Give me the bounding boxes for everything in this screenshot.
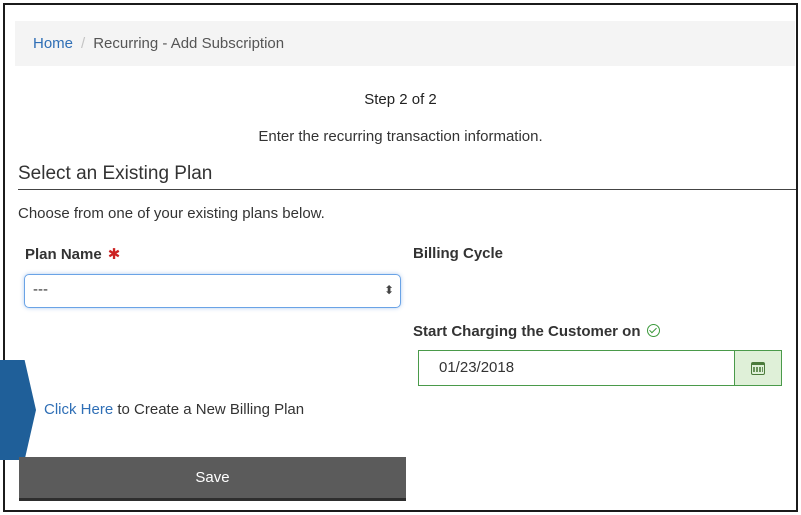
page-frame <box>3 3 798 512</box>
required-asterisk-icon: ✱ <box>107 246 121 263</box>
step-title: Step 2 of 2 <box>364 91 437 108</box>
calendar-button[interactable] <box>734 351 781 385</box>
start-date-input[interactable]: 01/23/2018 <box>419 351 734 385</box>
plan-name-label-text: Plan Name <box>25 246 102 263</box>
breadcrumb-current: Recurring - Add Subscription <box>93 35 285 52</box>
check-circle-icon <box>646 324 660 337</box>
breadcrumb: Home / Recurring - Add Subscription <box>15 21 795 66</box>
start-date-label-text: Start Charging the Customer on <box>413 323 641 340</box>
calendar-icon <box>751 361 765 375</box>
create-plan-text: Click Here to Create a New Billing Plan <box>44 401 304 418</box>
start-date-field: 01/23/2018 <box>418 350 782 386</box>
plan-name-selected-value: --- <box>33 281 48 298</box>
create-plan-rest: to Create a New Billing Plan <box>113 401 305 418</box>
billing-cycle-label: Billing Cycle <box>413 245 504 262</box>
step-description: Enter the recurring transaction informat… <box>258 128 543 145</box>
create-plan-link[interactable]: Click Here <box>44 401 113 418</box>
plan-name-label: Plan Name ✱ <box>25 245 120 263</box>
plan-name-select[interactable]: --- ⬍ <box>24 274 401 308</box>
breadcrumb-separator: / <box>81 35 86 52</box>
breadcrumb-home-link[interactable]: Home <box>33 35 73 52</box>
section-description: Choose from one of your existing plans b… <box>18 205 325 222</box>
save-button[interactable]: Save <box>19 457 406 501</box>
section-title: Select an Existing Plan <box>18 162 796 190</box>
start-date-label: Start Charging the Customer on <box>413 323 660 340</box>
select-arrows-icon: ⬍ <box>383 283 394 297</box>
